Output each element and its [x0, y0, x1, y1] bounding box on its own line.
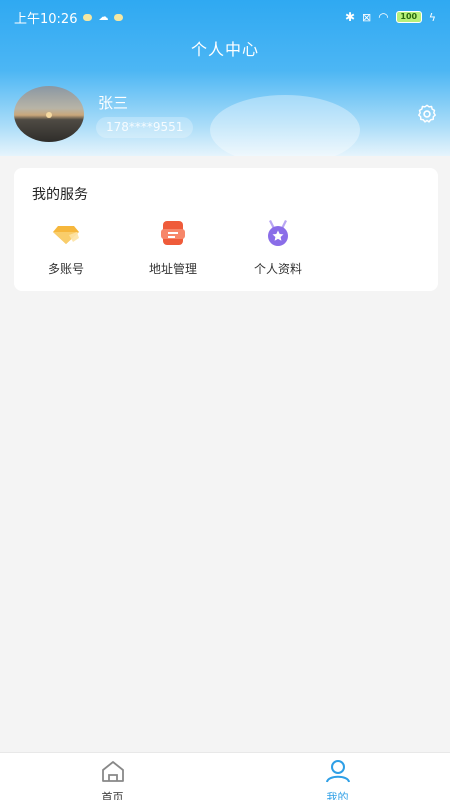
user-name: 张三	[98, 94, 129, 112]
home-icon	[101, 761, 124, 782]
sun-decoration	[46, 112, 52, 118]
sim-icon: ⊠	[362, 10, 372, 24]
services-card: 我的服务 多账号 地址管理 个人资料	[14, 168, 438, 291]
medal-icon	[268, 220, 288, 246]
tab-label: 首页	[101, 791, 124, 800]
bluetooth-icon: ✱	[344, 10, 356, 24]
status-bar: 上午10:26 ☁ ✱ ⊠ ◠ 100 ϟ	[0, 0, 450, 34]
user-phone: 178****9551	[96, 117, 194, 138]
services-title: 我的服务	[32, 187, 88, 203]
status-time: 上午10:26	[14, 11, 78, 27]
message-icon	[83, 13, 93, 21]
charging-icon: ϟ	[428, 10, 436, 24]
service-address[interactable]: 地址管理	[125, 218, 221, 277]
avatar[interactable]	[14, 86, 84, 142]
service-profile[interactable]: 个人资料	[230, 218, 326, 277]
message-icon	[114, 13, 124, 21]
address-icon	[161, 221, 185, 245]
cloud-decoration	[210, 95, 360, 156]
bottom-tab-bar: 首页 我的	[0, 752, 450, 800]
tab-mine[interactable]: 我的	[225, 753, 450, 800]
service-multi-account[interactable]: 多账号	[18, 218, 114, 277]
service-label: 个人资料	[253, 262, 302, 276]
cloud-icon: ☁	[98, 11, 109, 23]
battery-icon: 100	[395, 11, 422, 23]
gear-icon[interactable]	[416, 103, 438, 125]
tab-label: 我的	[326, 791, 349, 800]
page-title: 个人中心	[190, 40, 259, 59]
wifi-icon: ◠	[378, 10, 389, 24]
tab-home[interactable]: 首页	[0, 753, 225, 800]
service-label: 多账号	[47, 262, 84, 276]
service-label: 地址管理	[148, 262, 197, 276]
diamond-icon	[53, 226, 79, 244]
user-icon	[325, 760, 350, 783]
